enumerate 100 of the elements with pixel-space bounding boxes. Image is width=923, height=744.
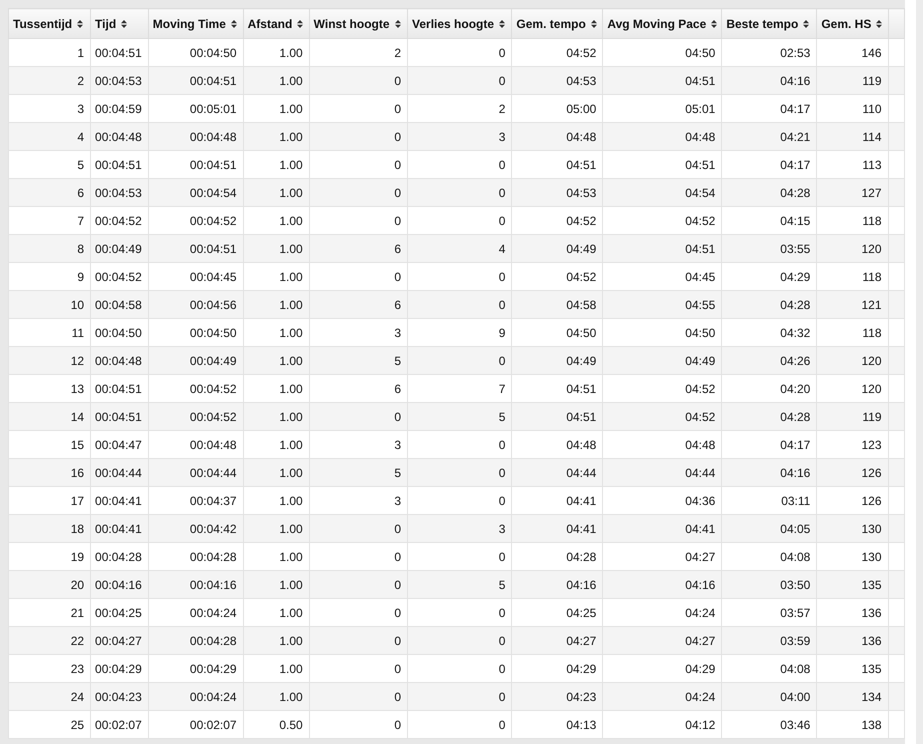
- table-cell: 1.00: [243, 626, 310, 654]
- table-cell: 04:49: [602, 346, 722, 374]
- column-header[interactable]: Afstand: [243, 8, 310, 38]
- table-cell: 0: [408, 710, 512, 738]
- column-header[interactable]: Beste tempo: [722, 8, 817, 38]
- table-cell: 04:48: [602, 122, 722, 150]
- table-cell: 24: [8, 682, 91, 710]
- table-cell: 135: [816, 570, 888, 598]
- table-cell: 04:28: [722, 290, 817, 318]
- column-header[interactable]: Verlies hoogte: [408, 8, 512, 38]
- table-cell: 0: [408, 458, 512, 486]
- table-cell: 00:04:53: [90, 66, 148, 94]
- table-cell: 0: [309, 178, 408, 206]
- column-header[interactable]: Moving Time: [148, 8, 244, 38]
- table-cell: 4: [8, 122, 91, 150]
- table-cell: 03:46: [722, 710, 817, 738]
- sort-icon: [876, 20, 882, 28]
- table-cell: 1.00: [243, 514, 310, 542]
- table-cell: 20: [8, 570, 91, 598]
- column-header[interactable]: Avg Moving Pace: [602, 8, 722, 38]
- table-cell: 00:04:53: [90, 178, 148, 206]
- table-cell: 04:27: [602, 626, 722, 654]
- table-cell: 00:04:41: [90, 514, 148, 542]
- table-cell: 00:04:56: [148, 290, 244, 318]
- sort-icon: [297, 20, 304, 28]
- table-cell: 1.00: [243, 290, 310, 318]
- table-cell: 1.00: [243, 682, 310, 710]
- sort-icon: [77, 20, 84, 28]
- table-cell: 03:50: [722, 570, 817, 598]
- column-header[interactable]: Tussentijd: [8, 8, 91, 38]
- table-cell: 00:04:16: [148, 570, 244, 598]
- table-cell: 0: [309, 626, 408, 654]
- table-cell: 00:04:42: [148, 514, 244, 542]
- table-cell: 03:59: [722, 626, 817, 654]
- table-cell: 4: [408, 234, 512, 262]
- table-cell: 04:21: [722, 122, 817, 150]
- table-cell: 00:04:51: [148, 234, 244, 262]
- table-cell: 22: [8, 626, 91, 654]
- table-cell: 00:04:44: [148, 458, 244, 486]
- column-header[interactable]: Gem. HS: [816, 8, 888, 38]
- table-cell: 04:13: [512, 710, 603, 738]
- table-cell: 04:53: [512, 178, 603, 206]
- table-cell: 04:58: [512, 290, 603, 318]
- table-cell: 04:28: [722, 178, 817, 206]
- table-cell: 03:55: [722, 234, 817, 262]
- table-cell: 04:49: [512, 346, 603, 374]
- table-cell: 04:49: [512, 234, 603, 262]
- table-cell: 0.50: [243, 710, 310, 738]
- table-cell: 12: [8, 346, 91, 374]
- table-cell: 18: [8, 514, 91, 542]
- table-cell: 5: [309, 346, 408, 374]
- table-cell: 0: [309, 682, 408, 710]
- table-cell: 04:55: [602, 290, 722, 318]
- table-cell: 0: [408, 346, 512, 374]
- table-cell: 00:04:28: [148, 626, 244, 654]
- table-cell: 6: [8, 178, 91, 206]
- table-cell: 127: [816, 178, 888, 206]
- table-cell: 120: [816, 346, 888, 374]
- table-cell: 04:51: [602, 234, 722, 262]
- sort-icon: [499, 20, 506, 28]
- table-cell: 00:04:27: [90, 626, 148, 654]
- table-cell: 00:04:24: [148, 682, 244, 710]
- table-cell: 120: [816, 234, 888, 262]
- column-header[interactable]: Winst hoogte: [309, 8, 408, 38]
- column-header[interactable]: Gem. tempo: [512, 8, 603, 38]
- table-cell: 14: [8, 402, 91, 430]
- table-cell: 6: [309, 290, 408, 318]
- table-cell: 16: [8, 458, 91, 486]
- table-cell: 04:53: [512, 66, 603, 94]
- table-cell: 04:23: [512, 682, 603, 710]
- table-cell: 10: [8, 290, 91, 318]
- column-header[interactable]: Tijd: [90, 8, 148, 38]
- table-cell: 5: [408, 570, 512, 598]
- table-cell: 0: [309, 710, 408, 738]
- table-cell: 1.00: [243, 178, 310, 206]
- table-cell: 0: [408, 682, 512, 710]
- table-cell: 1.00: [243, 66, 310, 94]
- table-cell: 04:44: [512, 458, 603, 486]
- table-cell: 1.00: [243, 570, 310, 598]
- table-cell: 130: [816, 514, 888, 542]
- sort-icon: [803, 20, 810, 28]
- table-cell: 00:04:44: [90, 458, 148, 486]
- sort-icon: [230, 20, 237, 28]
- sort-icon: [394, 20, 401, 28]
- table-cell: 0: [309, 514, 408, 542]
- table-cell: 126: [816, 458, 888, 486]
- table-cell: 0: [408, 178, 512, 206]
- table-cell: 00:04:16: [90, 570, 148, 598]
- table-cell: 134: [816, 682, 888, 710]
- table-cell: 0: [309, 66, 408, 94]
- table-cell: 00:04:48: [148, 122, 244, 150]
- table-cell: 138: [816, 710, 888, 738]
- table-cell: 04:16: [722, 66, 817, 94]
- table-cell: 00:04:48: [90, 122, 148, 150]
- table-cell: 119: [816, 402, 888, 430]
- table-cell: 0: [309, 122, 408, 150]
- table-cell: 04:00: [722, 682, 817, 710]
- table-cell: 136: [816, 626, 888, 654]
- table-cell: 04:16: [512, 570, 603, 598]
- table-cell: 04:48: [512, 122, 603, 150]
